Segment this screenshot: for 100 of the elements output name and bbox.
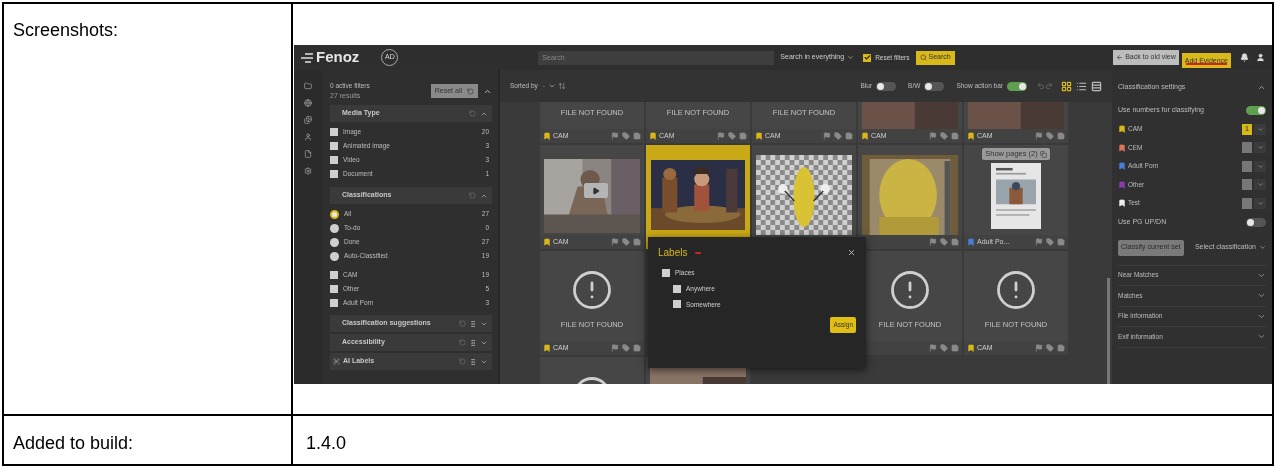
chevron-down-icon[interactable] [548,82,556,90]
tag-icon[interactable] [940,132,948,140]
flag-icon[interactable] [929,132,937,140]
note-icon[interactable] [633,132,641,140]
tag-icon[interactable] [1046,238,1054,246]
note-icon[interactable] [951,132,959,140]
tag-icon[interactable] [1046,344,1054,352]
images-icon[interactable] [304,116,312,124]
dropdown-toggle[interactable] [1254,123,1266,135]
toggle-switch[interactable] [1007,81,1027,91]
checkbox[interactable] [662,268,670,277]
tag-icon[interactable] [940,238,948,246]
flag-icon[interactable] [611,132,619,140]
search-icon [919,54,927,61]
note-icon[interactable] [951,344,959,352]
folder-icon[interactable] [304,82,312,90]
missing-file-icon [889,269,931,311]
checkbox[interactable] [330,156,338,164]
reset-icon[interactable] [459,320,466,327]
note-icon[interactable] [1057,238,1065,246]
play-button[interactable] [584,183,608,198]
radio-button[interactable] [330,237,339,247]
note-icon[interactable] [633,238,641,246]
flag-icon[interactable] [611,344,619,352]
tag-icon[interactable] [1046,132,1054,140]
reset-icon[interactable] [469,192,476,199]
list-view-icon[interactable] [1076,80,1087,92]
checkbox[interactable] [673,284,681,293]
shortcut-key[interactable] [1242,142,1252,154]
arrow-left-icon [1116,54,1124,61]
note-icon[interactable] [1057,344,1065,352]
tag-icon[interactable] [834,132,842,140]
dropdown-toggle[interactable] [1254,179,1266,191]
flag-icon[interactable] [1035,238,1043,246]
reset-icon[interactable] [459,339,466,346]
chevron-down-icon [1256,181,1264,189]
table-view-icon[interactable] [1091,80,1102,92]
dialog-title: Labels [658,246,688,260]
toggle-switch[interactable] [924,81,945,91]
flag-icon[interactable] [1035,132,1043,140]
shortcut-key[interactable] [1242,160,1252,172]
tag-icon[interactable] [728,132,736,140]
tag-icon[interactable] [622,344,630,352]
flag-icon[interactable] [717,132,725,140]
undo-icon[interactable] [1037,82,1045,90]
checkbox[interactable] [330,299,338,307]
tag-icon[interactable] [622,238,630,246]
chevron-down-icon [1256,199,1264,207]
checkbox[interactable] [673,300,681,309]
note-icon[interactable] [951,238,959,246]
chevron-down-icon [1256,125,1264,133]
dropdown-toggle[interactable] [1254,197,1266,209]
document-icon[interactable] [304,150,312,158]
shortcut-key[interactable] [1242,197,1252,209]
note-icon[interactable] [1057,132,1065,140]
user-icon[interactable] [1256,53,1265,62]
settings-icon[interactable] [304,167,312,175]
media-card[interactable] [858,145,962,249]
checkbox[interactable] [330,271,338,279]
play-icon [592,186,600,195]
redo-icon[interactable] [1045,82,1053,90]
grid-view-icon[interactable] [1061,80,1072,92]
checkbox[interactable] [330,285,338,293]
note-icon[interactable] [633,344,641,352]
toggle-switch[interactable] [876,81,897,91]
shortcut-key[interactable] [1242,179,1252,191]
shortcut-key[interactable]: 1 [1242,123,1252,135]
radio-button[interactable] [330,223,339,233]
logo: Fenoz [316,47,360,68]
build-version: 1.4.0 [306,433,347,453]
reset-icon[interactable] [459,358,466,365]
radio-button[interactable] [330,209,339,219]
close-icon[interactable] [847,248,856,257]
reset-filters-checkbox[interactable] [863,53,872,62]
flag-icon[interactable] [823,132,831,140]
dropdown-toggle[interactable] [1254,142,1266,154]
drag-handle-icon[interactable] [469,357,477,366]
reset-icon[interactable] [469,110,476,117]
flag-icon[interactable] [929,238,937,246]
logo-icon [301,52,313,63]
sort-order-icon[interactable] [558,82,566,90]
flag-icon[interactable] [611,238,619,246]
globe-icon[interactable] [304,99,312,107]
radio-button[interactable] [330,251,339,261]
drag-handle-icon[interactable] [469,338,477,347]
tag-icon[interactable] [622,132,630,140]
bell-icon[interactable] [1240,53,1249,62]
drag-handle-icon[interactable] [469,319,477,328]
toggle-switch[interactable] [1246,218,1266,227]
flag-icon[interactable] [1035,344,1043,352]
checkbox[interactable] [330,128,338,136]
toggle-switch[interactable] [1246,105,1266,115]
checkbox[interactable] [330,142,338,150]
dropdown-toggle[interactable] [1254,160,1266,172]
note-icon[interactable] [739,132,747,140]
flag-icon[interactable] [929,344,937,352]
tag-icon[interactable] [940,344,948,352]
checkbox[interactable] [330,170,338,178]
person-icon[interactable] [304,133,312,141]
note-icon[interactable] [845,132,853,140]
